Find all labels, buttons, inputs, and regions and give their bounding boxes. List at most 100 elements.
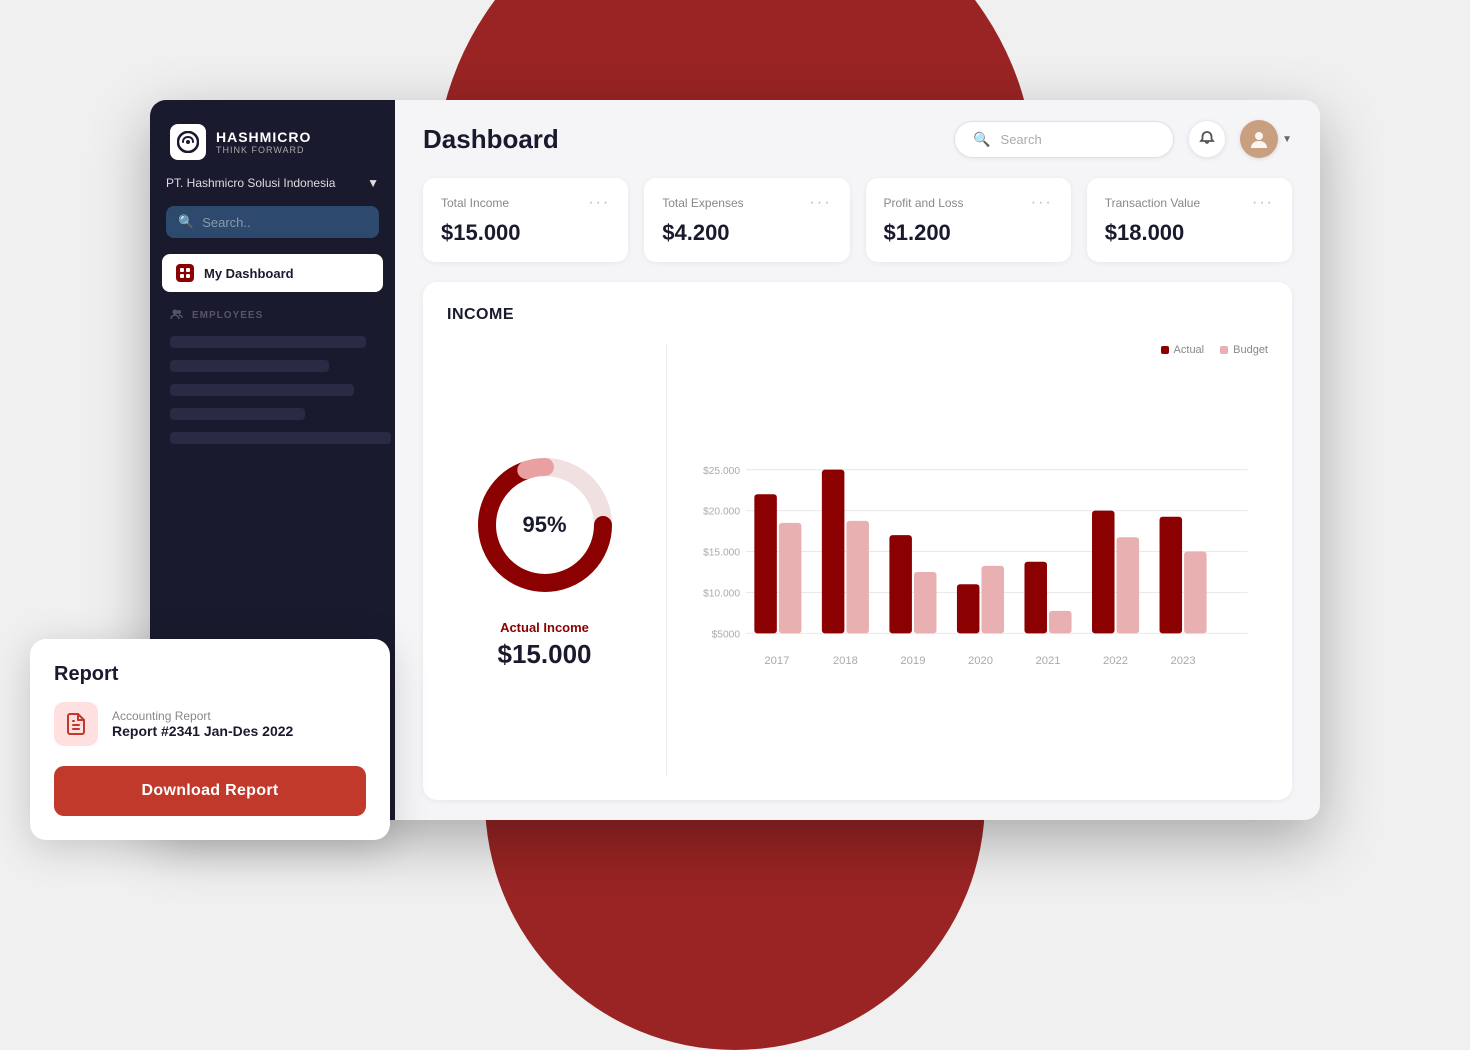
report-item: Accounting Report Report #2341 Jan-Des 2… — [54, 702, 366, 746]
stat-menu-2[interactable]: ··· — [1031, 194, 1053, 212]
logo-company-name: HASHMICRO — [216, 129, 311, 145]
bar-2020-budget — [982, 566, 1005, 634]
stat-menu-1[interactable]: ··· — [810, 194, 832, 212]
stat-menu-0[interactable]: ··· — [588, 194, 610, 212]
logo-icon — [170, 124, 206, 160]
donut-chart: 95% — [470, 450, 620, 600]
bar-2022-budget — [1117, 537, 1140, 633]
svg-text:2017: 2017 — [764, 655, 789, 667]
header-search-input[interactable] — [1001, 132, 1156, 147]
company-dropdown-arrow: ▼ — [367, 176, 379, 190]
stats-row: Total Income ··· $15.000 Total Expenses … — [395, 178, 1320, 282]
stat-value-1: $4.200 — [662, 220, 831, 246]
stat-label-1: Total Expenses — [662, 196, 743, 210]
logo-text: HASHMICRO THINK FORWARD — [216, 129, 311, 155]
svg-text:2018: 2018 — [833, 655, 858, 667]
report-name-label: Report #2341 Jan-Des 2022 — [112, 723, 293, 739]
main-content: Dashboard 🔍 — [395, 100, 1320, 820]
page-title: Dashboard — [423, 124, 559, 155]
stat-card-total-expenses: Total Expenses ··· $4.200 — [644, 178, 849, 262]
header: Dashboard 🔍 — [395, 100, 1320, 178]
actual-income-label: Actual Income — [500, 620, 589, 635]
bar-2022-actual — [1092, 511, 1115, 634]
svg-text:$15.000: $15.000 — [703, 548, 740, 559]
donut-center-value: 95% — [522, 512, 566, 538]
dashboard-icon — [176, 264, 194, 282]
nav-skeleton-1 — [170, 336, 366, 348]
bar-2017-actual — [754, 494, 777, 633]
bar-2019-actual — [889, 535, 912, 633]
stat-card-transaction: Transaction Value ··· $18.000 — [1087, 178, 1292, 262]
dropdown-arrow: ▼ — [1282, 134, 1292, 145]
nav-section-employees: EMPLOYEES — [150, 296, 395, 330]
bar-2018-actual — [822, 470, 845, 634]
user-avatar-dropdown[interactable]: ▼ — [1240, 120, 1292, 158]
sidebar-search-icon: 🔍 — [178, 214, 194, 230]
legend-budget-dot — [1220, 346, 1228, 354]
bar-chart-area: $25.000 $20.000 $15.000 $10.000 $5000 — [695, 368, 1268, 776]
svg-text:2019: 2019 — [900, 655, 925, 667]
donut-percent-label: 95% — [522, 512, 566, 537]
sidebar-search-input[interactable] — [202, 215, 367, 230]
stat-card-profit-loss: Profit and Loss ··· $1.200 — [866, 178, 1071, 262]
bar-2019-budget — [914, 572, 937, 633]
bar-chart-svg: $25.000 $20.000 $15.000 $10.000 $5000 — [695, 368, 1268, 776]
report-card: Report Accounting Report Report #2341 Ja… — [30, 639, 390, 840]
stat-value-0: $15.000 — [441, 220, 610, 246]
svg-text:$20.000: $20.000 — [703, 507, 740, 518]
bar-2017-budget — [779, 523, 802, 634]
bar-2023-budget — [1184, 552, 1207, 634]
user-avatar — [1240, 120, 1278, 158]
income-chart-title: INCOME — [447, 306, 1268, 324]
income-left-panel: 95% Actual Income $15.000 — [447, 344, 667, 776]
chart-legend: Actual Budget — [695, 344, 1268, 356]
company-name: PT. Hashmicro Solusi Indonesia — [166, 176, 335, 190]
header-actions: 🔍 ▼ — [954, 120, 1292, 158]
income-right-panel: Actual Budget — [667, 344, 1268, 776]
stat-card-total-income: Total Income ··· $15.000 — [423, 178, 628, 262]
bar-2018-budget — [846, 521, 869, 634]
svg-text:$10.000: $10.000 — [703, 589, 740, 600]
sidebar-search-box[interactable]: 🔍 — [166, 206, 379, 238]
legend-actual-dot — [1161, 346, 1169, 354]
bar-2021-actual — [1024, 562, 1047, 634]
report-card-title: Report — [54, 663, 366, 686]
bar-2020-actual — [957, 584, 980, 633]
employees-section-label: EMPLOYEES — [192, 310, 263, 321]
legend-budget-label: Budget — [1233, 344, 1268, 356]
svg-text:2022: 2022 — [1103, 655, 1128, 667]
logo-tagline: THINK FORWARD — [216, 145, 311, 155]
stat-menu-3[interactable]: ··· — [1252, 194, 1274, 212]
stat-value-2: $1.200 — [884, 220, 1053, 246]
actual-income-value: $15.000 — [498, 639, 592, 670]
stat-label-0: Total Income — [441, 196, 509, 210]
header-search-box[interactable]: 🔍 — [954, 121, 1174, 158]
income-body: 95% Actual Income $15.000 Actual — [447, 344, 1268, 776]
header-search-icon: 🔍 — [973, 131, 990, 148]
bar-2021-budget — [1049, 611, 1072, 634]
legend-actual-label: Actual — [1174, 344, 1205, 356]
svg-text:2020: 2020 — [968, 655, 993, 667]
stat-label-2: Profit and Loss — [884, 196, 964, 210]
sidebar-item-my-dashboard[interactable]: My Dashboard — [162, 254, 383, 292]
company-selector[interactable]: PT. Hashmicro Solusi Indonesia ▼ — [166, 176, 379, 190]
nav-skeleton-4 — [170, 408, 305, 420]
svg-text:$5000: $5000 — [712, 629, 741, 640]
nav-skeleton-5 — [170, 432, 391, 444]
svg-text:2021: 2021 — [1035, 655, 1060, 667]
download-report-button[interactable]: Download Report — [54, 766, 366, 816]
stat-value-3: $18.000 — [1105, 220, 1274, 246]
notification-bell-button[interactable] — [1188, 120, 1226, 158]
nav-skeleton-3 — [170, 384, 354, 396]
legend-budget: Budget — [1220, 344, 1268, 356]
sidebar-logo: HASHMICRO THINK FORWARD — [150, 100, 395, 176]
nav-skeleton-2 — [170, 360, 329, 372]
report-info: Accounting Report Report #2341 Jan-Des 2… — [112, 709, 293, 739]
bar-2023-actual — [1160, 517, 1183, 634]
svg-text:$25.000: $25.000 — [703, 466, 740, 477]
report-type-label: Accounting Report — [112, 709, 293, 723]
legend-actual: Actual — [1161, 344, 1205, 356]
income-section: INCOME 95% — [423, 282, 1292, 800]
sidebar-item-label: My Dashboard — [204, 266, 294, 281]
report-file-icon — [54, 702, 98, 746]
